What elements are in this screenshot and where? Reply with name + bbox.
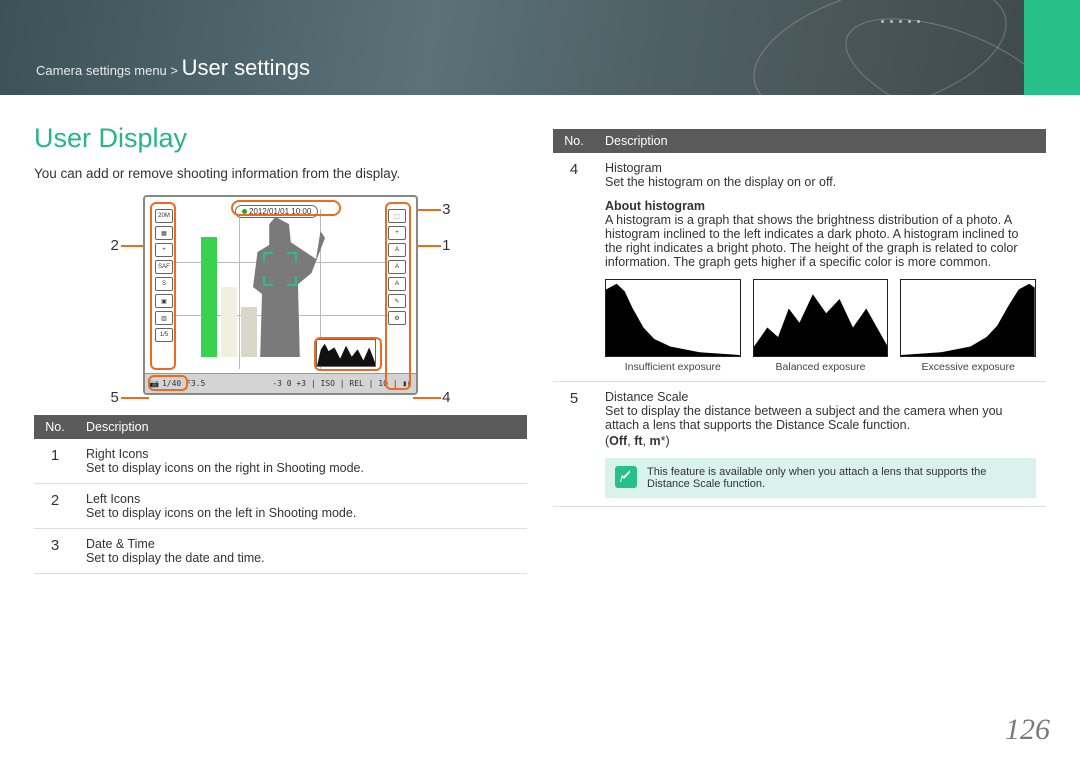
page-title: User Display [34, 123, 527, 154]
roi-left-icons [150, 202, 176, 370]
display-callout: 2 1 3 4 5 2012/01/01 10:00 20M▦+SAFS▣▥ [101, 195, 461, 395]
roi-date [231, 200, 341, 216]
intro-text: You can add or remove shooting informati… [34, 166, 527, 181]
section-tab [1024, 0, 1080, 95]
table-row: 1 Right IconsSet to display icons on the… [34, 439, 527, 484]
th-desc: Description [595, 129, 1046, 153]
camera-display-mock: 2012/01/01 10:00 20M▦+SAFS▣▥1/5 ⬚+AAA✎⚙ … [143, 195, 418, 395]
hist-insufficient [605, 279, 741, 357]
th-no: No. [553, 129, 595, 153]
callout-num-5: 5 [111, 389, 119, 406]
page-number: 126 [1005, 713, 1050, 747]
description-table-right: No. Description 4 Histogram Set the hist… [553, 129, 1046, 507]
hist-excessive [900, 279, 1036, 357]
left-column: User Display You can add or remove shoot… [34, 123, 527, 574]
breadcrumb: Camera settings menu > User settings [36, 55, 310, 81]
header-banner: Camera settings menu > User settings [0, 0, 1080, 95]
right-column: No. Description 4 Histogram Set the hist… [553, 123, 1046, 574]
focus-brackets [263, 252, 297, 286]
description-table-left: No. Description 1 Right IconsSet to disp… [34, 415, 527, 574]
histogram-examples: Insufficient exposure Balanced exposure [605, 279, 1036, 373]
subheading: About histogram [605, 199, 1036, 213]
table-row: 5 Distance Scale Set to display the dist… [553, 382, 1046, 507]
roi-right-icons [385, 202, 411, 390]
roi-distance [148, 375, 188, 391]
table-row: 2 Left IconsSet to display icons on the … [34, 484, 527, 529]
hist-balanced [753, 279, 889, 357]
note-icon [615, 466, 637, 488]
breadcrumb-title: User settings [182, 55, 310, 80]
breadcrumb-prefix: Camera settings menu > [36, 63, 182, 78]
table-row: 4 Histogram Set the histogram on the dis… [553, 153, 1046, 382]
table-row: 3 Date & TimeSet to display the date and… [34, 529, 527, 574]
callout-num-2: 2 [111, 237, 119, 254]
callout-num-4: 4 [442, 389, 450, 406]
th-desc: Description [76, 415, 527, 439]
callout-num-1: 1 [442, 237, 450, 254]
note-box: This feature is available only when you … [605, 458, 1036, 498]
th-no: No. [34, 415, 76, 439]
roi-histogram [314, 337, 382, 371]
decor-dots [881, 20, 920, 23]
callout-num-3: 3 [442, 201, 450, 218]
